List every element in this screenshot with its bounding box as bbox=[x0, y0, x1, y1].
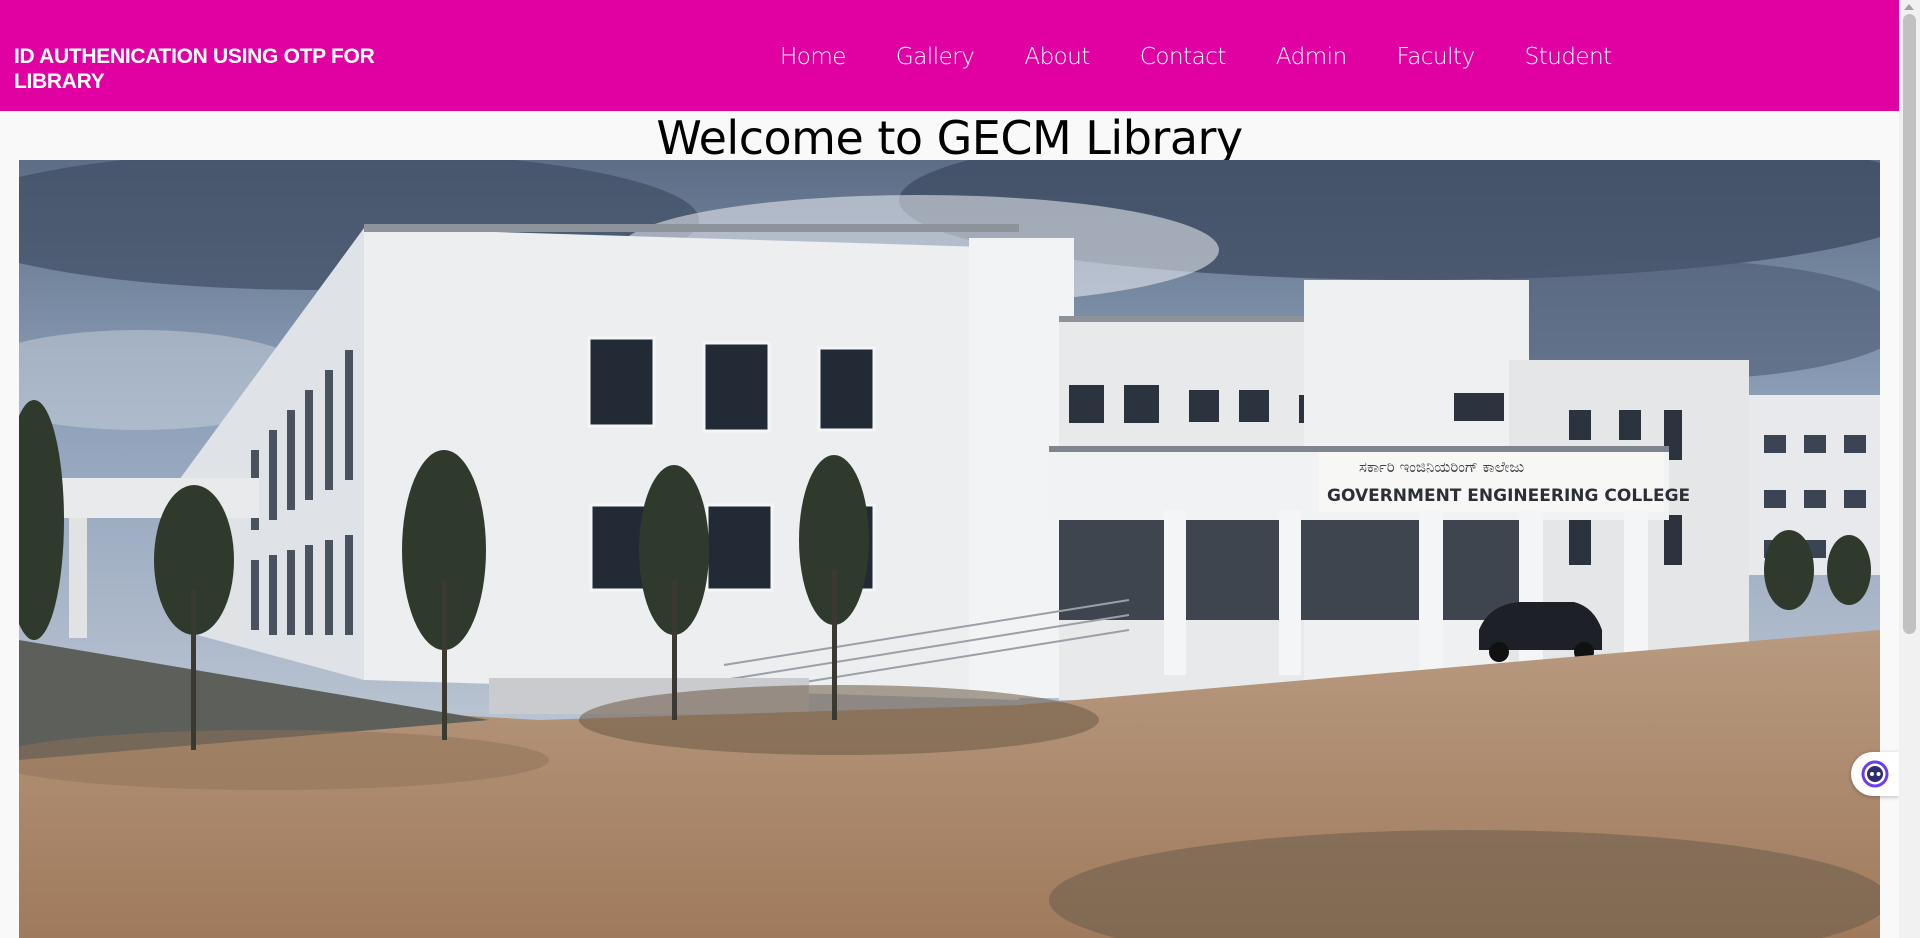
main-nav: Home Gallery About Contact Admin Faculty… bbox=[780, 40, 1662, 74]
scroll-up-arrow-icon[interactable] bbox=[1904, 4, 1914, 10]
nav-gallery-link[interactable]: Gallery bbox=[896, 40, 975, 74]
nav-student-link[interactable]: Student bbox=[1525, 40, 1613, 74]
chat-assistant-icon bbox=[1861, 760, 1889, 788]
sign-kannada: ಸರ್ಕಾರಿ ಇಂಜಿನಿಯರಿಂಗ್ ಕಾಲೇಜು bbox=[1359, 458, 1524, 476]
chat-assistant-button[interactable] bbox=[1851, 752, 1899, 796]
nav-contact-link[interactable]: Contact bbox=[1140, 40, 1226, 74]
nav-faculty-link[interactable]: Faculty bbox=[1397, 40, 1475, 74]
college-building-image: ಸರ್ಕಾರಿ ಇಂಜಿನಿಯರಿಂಗ್ ಕಾಲೇಜು GOVERNMENT E… bbox=[19, 160, 1880, 938]
top-navbar: ID AUTHENICATION USING OTP FOR LIBRARY H… bbox=[0, 0, 1899, 111]
nav-admin-link[interactable]: Admin bbox=[1276, 40, 1347, 74]
sign-college-name: GOVERNMENT ENGINEERING COLLEGE bbox=[1327, 486, 1690, 506]
nav-about-link[interactable]: About bbox=[1024, 40, 1090, 74]
page-title: Welcome to GECM Library bbox=[656, 111, 1243, 165]
brand-title[interactable]: ID AUTHENICATION USING OTP FOR LIBRARY bbox=[14, 44, 434, 94]
scrollbar-thumb[interactable] bbox=[1903, 14, 1916, 634]
nav-home-link[interactable]: Home bbox=[780, 40, 846, 74]
page-scrollbar[interactable] bbox=[1899, 0, 1920, 938]
